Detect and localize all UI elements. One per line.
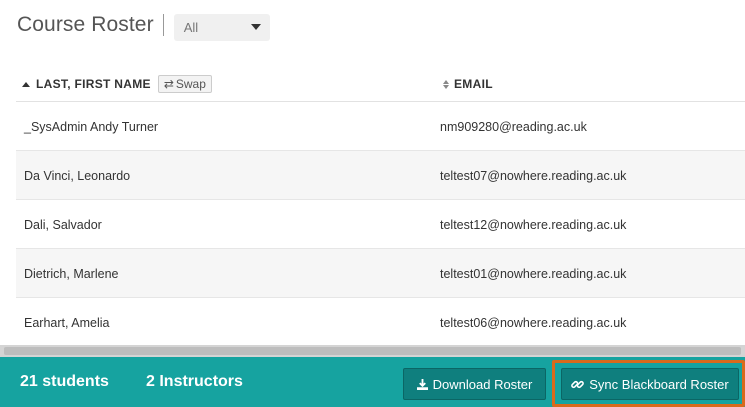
table-header: LAST, FIRST NAME ⇄ Swap EMAIL — [16, 66, 745, 102]
role-filter-value: All — [183, 19, 199, 35]
student-email: teltest12@nowhere.reading.ac.uk — [440, 217, 627, 232]
sync-blackboard-roster-label: Sync Blackboard Roster — [589, 376, 729, 392]
download-roster-button[interactable]: Download Roster — [403, 368, 546, 400]
scrollbar-thumb[interactable] — [4, 347, 741, 355]
download-roster-label: Download Roster — [432, 376, 533, 392]
instructors-count: 2 Instructors — [146, 373, 243, 390]
roster-table: LAST, FIRST NAME ⇄ Swap EMAIL _SysAdmin … — [16, 66, 745, 347]
student-name: Da Vinci, Leonardo — [24, 168, 131, 183]
table-row[interactable]: Da Vinci, Leonardo teltest07@nowhere.rea… — [16, 151, 745, 200]
swap-label: Swap — [175, 77, 206, 91]
title-divider — [162, 14, 164, 36]
student-email: teltest01@nowhere.reading.ac.uk — [440, 266, 627, 281]
swap-name-order-button[interactable]: ⇄ Swap — [157, 75, 212, 93]
email-column-header[interactable]: EMAIL — [443, 66, 493, 102]
role-filter-select[interactable]: All — [173, 13, 270, 41]
swap-icon: ⇄ — [163, 77, 174, 91]
page-title: Course Roster — [17, 13, 154, 36]
sort-ascending-icon — [22, 81, 30, 87]
email-column-label: EMAIL — [454, 77, 493, 91]
table-row[interactable]: _SysAdmin Andy Turner nm909280@reading.a… — [16, 102, 745, 151]
page-header: Course Roster All — [17, 10, 270, 41]
student-name: _SysAdmin Andy Turner — [24, 119, 159, 134]
student-name: Earhart, Amelia — [24, 315, 110, 330]
table-row[interactable]: Earhart, Amelia teltest06@nowhere.readin… — [16, 298, 745, 347]
download-icon — [416, 378, 428, 390]
student-name: Dali, Salvador — [24, 217, 102, 232]
student-name: Dietrich, Marlene — [24, 266, 119, 281]
sync-blackboard-roster-button[interactable]: Sync Blackboard Roster — [561, 368, 739, 400]
table-row[interactable]: Dietrich, Marlene teltest01@nowhere.read… — [16, 249, 745, 298]
link-icon — [571, 380, 585, 388]
chevron-down-icon — [250, 24, 261, 30]
student-email: teltest06@nowhere.reading.ac.uk — [440, 315, 627, 330]
horizontal-scrollbar[interactable] — [0, 345, 745, 357]
name-column-label: LAST, FIRST NAME — [36, 77, 151, 91]
sort-icon — [443, 79, 449, 89]
student-email: teltest07@nowhere.reading.ac.uk — [440, 168, 627, 183]
students-count: 21 students — [20, 373, 109, 390]
student-email: nm909280@reading.ac.uk — [440, 119, 587, 134]
table-body: _SysAdmin Andy Turner nm909280@reading.a… — [16, 102, 745, 347]
name-column-header[interactable]: LAST, FIRST NAME ⇄ Swap — [22, 66, 212, 102]
table-row[interactable]: Dali, Salvador teltest12@nowhere.reading… — [16, 200, 745, 249]
roster-footer: 21 students 2 Instructors Download Roste… — [0, 357, 745, 407]
